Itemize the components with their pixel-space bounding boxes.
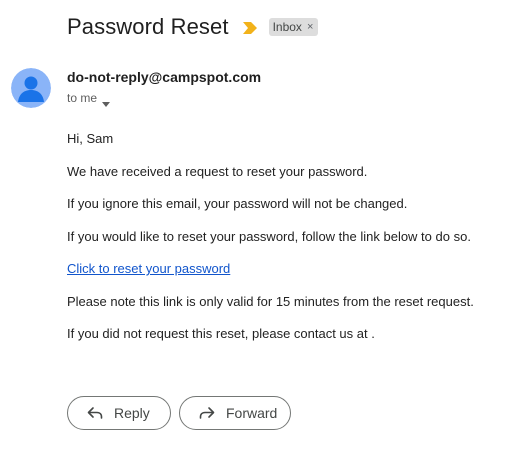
- default-avatar-icon: [11, 68, 51, 108]
- body-line-instructions: If you would like to reset your password…: [67, 229, 471, 244]
- email-subject: Password Reset: [67, 14, 229, 39]
- recipient-details-toggle[interactable]: to me: [67, 91, 111, 107]
- body-line-request: We have received a request to reset your…: [67, 164, 368, 179]
- body-line-ignore: If you ignore this email, your password …: [67, 196, 408, 211]
- recipient-text: to me: [67, 91, 98, 105]
- forward-button[interactable]: Forward: [179, 396, 291, 430]
- reply-label: Reply: [114, 405, 150, 421]
- important-marker-icon[interactable]: [242, 21, 257, 34]
- remove-label-icon[interactable]: ×: [307, 21, 313, 33]
- body-greeting: Hi, Sam: [67, 131, 114, 146]
- caret-down-icon: [102, 96, 111, 107]
- reply-arrow-icon: [86, 404, 104, 422]
- forward-arrow-icon: [198, 404, 216, 422]
- reset-password-link[interactable]: Click to reset your password: [67, 261, 230, 276]
- reply-button[interactable]: Reply: [67, 396, 171, 430]
- sender-address[interactable]: do-not-reply@campspot.com: [67, 69, 261, 85]
- subject-row: Password Reset Inbox ×: [67, 12, 319, 42]
- body-line-validity: Please note this link is only valid for …: [67, 294, 474, 309]
- avatar[interactable]: [11, 68, 51, 108]
- inbox-label-chip[interactable]: Inbox ×: [268, 18, 319, 36]
- body-line-contact: If you did not request this reset, pleas…: [67, 326, 375, 341]
- label-chip-text: Inbox: [272, 20, 302, 34]
- forward-label: Forward: [226, 405, 278, 421]
